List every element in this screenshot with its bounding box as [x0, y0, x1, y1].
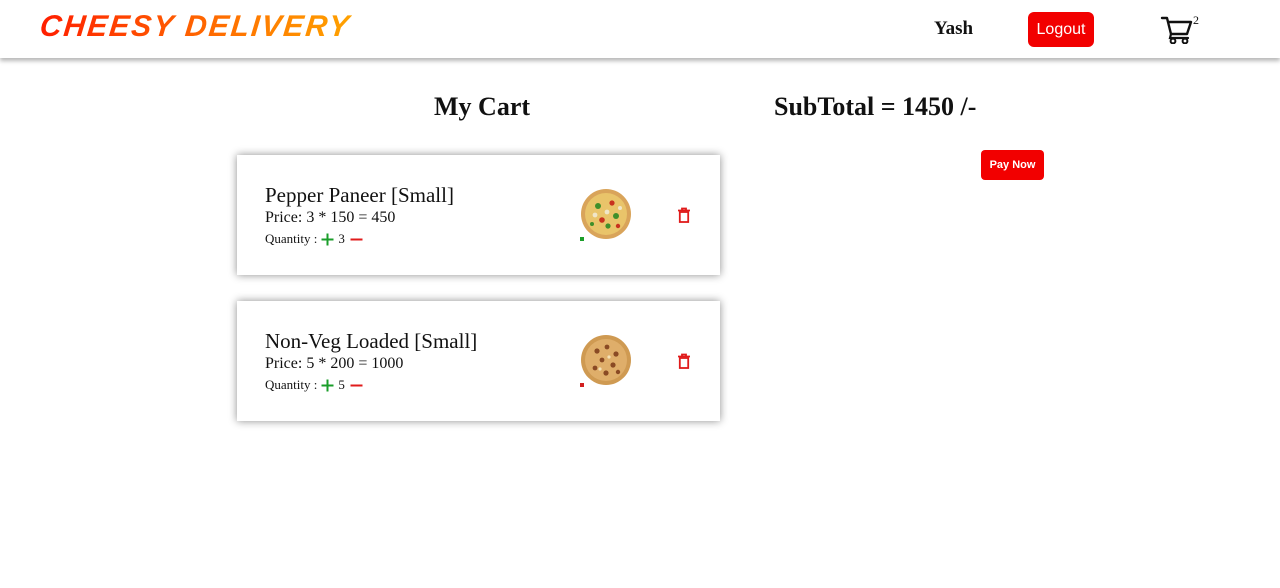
item-name: Non-Veg Loaded [Small]: [265, 329, 478, 353]
delete-item-button[interactable]: [677, 353, 691, 369]
cart-item: Non-Veg Loaded [Small] Price: 5 * 200 = …: [237, 301, 720, 421]
increase-quantity-button[interactable]: [320, 378, 334, 392]
page-title: My Cart: [434, 92, 531, 121]
logout-button[interactable]: Logout: [1028, 12, 1094, 47]
delete-item-button[interactable]: [677, 207, 691, 223]
cart-link[interactable]: 2: [1160, 14, 1204, 46]
increase-quantity-button[interactable]: [320, 232, 334, 246]
quantity-label: Quantity :: [265, 377, 318, 392]
item-price: Price: 5 * 200 = 1000: [265, 355, 404, 372]
item-quantity-row: Quantity : 5: [265, 377, 366, 393]
minus-icon: [350, 238, 363, 240]
item-name: Pepper Paneer [Small]: [265, 183, 454, 207]
username-label: Yash: [934, 18, 974, 39]
veg-indicator-icon: [580, 237, 584, 241]
trash-icon: [678, 207, 690, 223]
plus-icon: [321, 379, 334, 391]
pizza-image: [581, 189, 631, 239]
pizza-image: [581, 335, 631, 385]
brand-logo[interactable]: CHEESY DELIVERY: [38, 10, 352, 44]
trash-icon: [678, 353, 690, 369]
cart-icon: [1160, 16, 1193, 44]
item-quantity-row: Quantity : 3: [265, 231, 366, 247]
cart-count-badge: 2: [1193, 13, 1199, 27]
item-price: Price: 3 * 150 = 450: [265, 209, 396, 226]
minus-icon: [350, 384, 363, 386]
non-veg-indicator-icon: [580, 383, 584, 387]
quantity-value: 5: [338, 377, 345, 392]
quantity-value: 3: [338, 231, 345, 246]
cart-item: Pepper Paneer [Small] Price: 3 * 150 = 4…: [237, 155, 720, 275]
decrease-quantity-button[interactable]: [350, 378, 364, 392]
subtotal-label: SubTotal = 1450 /-: [774, 92, 977, 121]
quantity-label: Quantity :: [265, 231, 318, 246]
navbar: CHEESY DELIVERY Yash Logout 2: [0, 0, 1280, 58]
pay-now-button[interactable]: Pay Now: [981, 150, 1044, 180]
plus-icon: [321, 233, 334, 245]
decrease-quantity-button[interactable]: [350, 232, 364, 246]
